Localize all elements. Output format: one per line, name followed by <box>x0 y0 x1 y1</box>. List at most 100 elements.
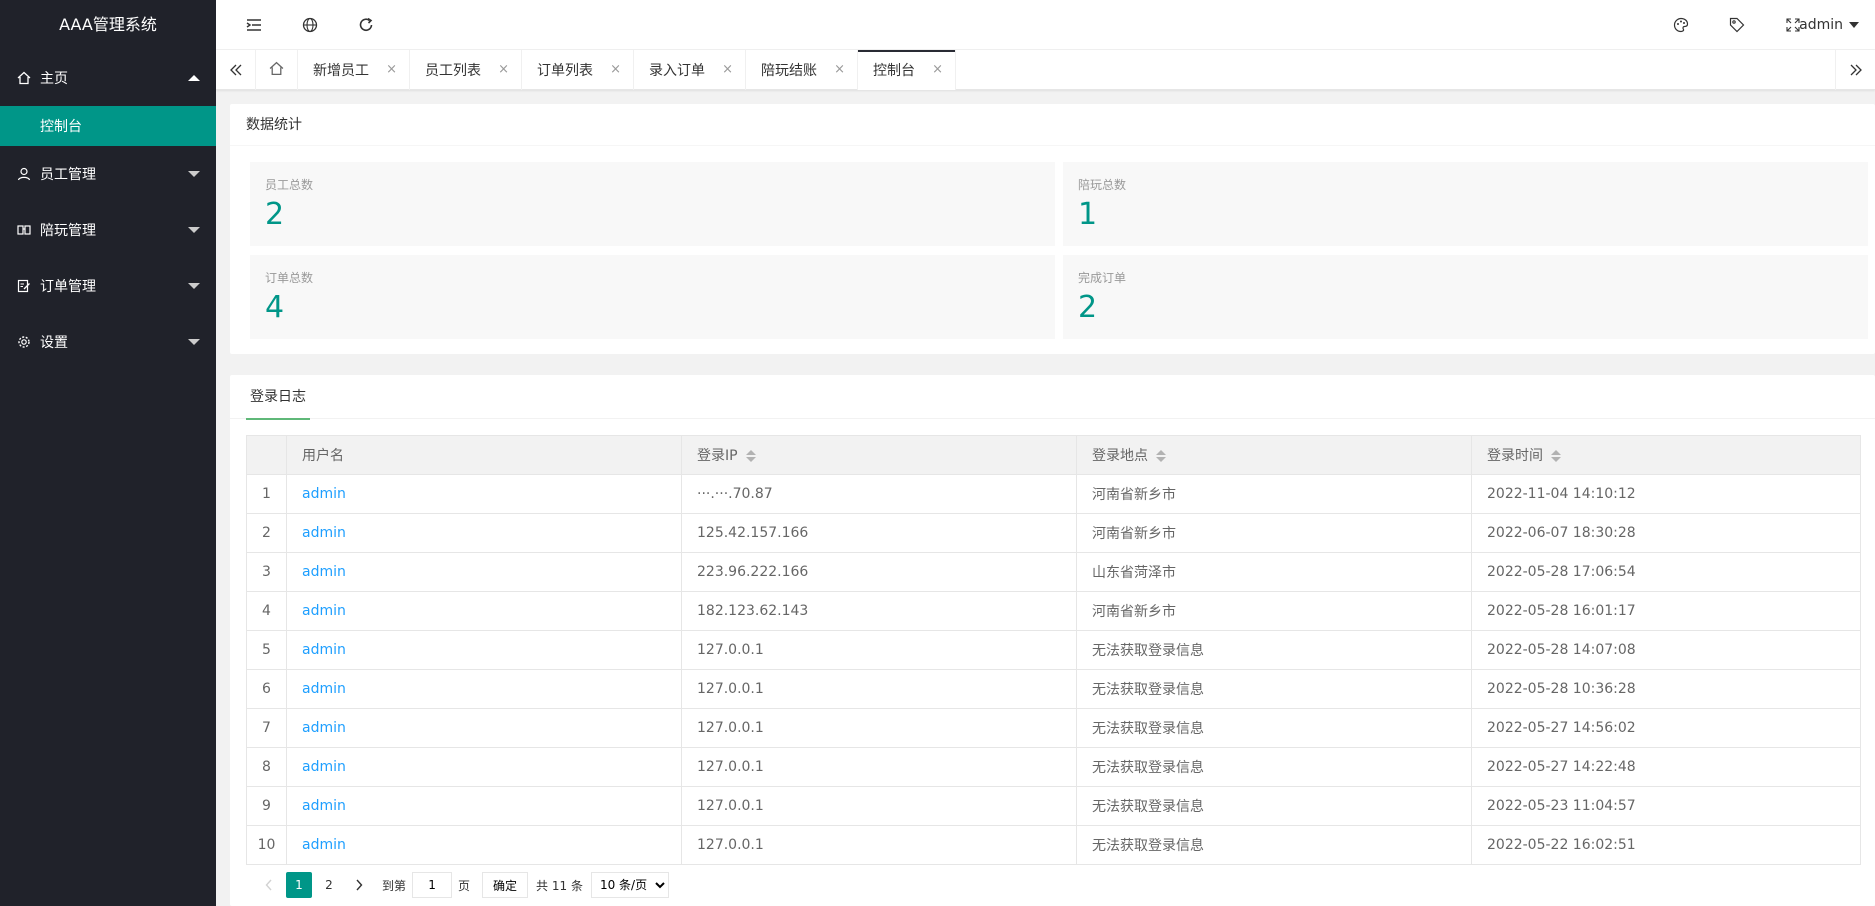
table-row: 3 admin 223.96.222.166 山东省菏泽市 2022-05-28 17:… <box>246 552 1861 592</box>
sidebar-item-companion[interactable]: 陪玩管理 <box>0 202 216 258</box>
tab-list: 新增员工 × 员工列表 × 订单列表 × 录入订单 × 陪玩结账 × 控制台 × <box>256 50 956 90</box>
sort-icon[interactable] <box>1156 450 1166 462</box>
tab-companion-checkout[interactable]: 陪玩结账 × <box>746 50 858 90</box>
tab-home[interactable] <box>256 50 298 90</box>
sidebar-item-label: 订单管理 <box>40 279 96 295</box>
row-username[interactable]: admin <box>286 786 682 826</box>
user-icon <box>16 166 32 182</box>
sort-icon[interactable] <box>745 450 756 462</box>
caret-down-icon <box>1849 22 1859 28</box>
sidebar-item-label: 陪玩管理 <box>40 223 96 239</box>
row-username[interactable]: admin <box>286 513 682 553</box>
menu-shrink-icon[interactable] <box>244 15 264 35</box>
page-button-2[interactable]: 2 <box>316 872 342 898</box>
sidebar-item-order[interactable]: 订单管理 <box>0 258 216 314</box>
column-header-ip[interactable]: 登录IP <box>681 435 1077 475</box>
goto-page-input[interactable] <box>412 872 453 898</box>
column-header-index <box>246 435 287 475</box>
home-icon <box>16 70 32 86</box>
chevron-down-icon <box>188 283 200 289</box>
sidebar-submenu-home: 控制台 <box>0 106 216 146</box>
row-username[interactable]: admin <box>286 747 682 787</box>
page-button-1[interactable]: 1 <box>286 872 312 898</box>
close-icon[interactable]: × <box>610 63 621 77</box>
next-page-icon[interactable] <box>346 872 372 898</box>
table-row: 1 admin ···.···.70.87 河南省新乡市 2022-11-04 14:1… <box>246 474 1861 514</box>
sidebar-item-console[interactable]: 控制台 <box>0 106 216 146</box>
globe-icon[interactable] <box>300 15 320 35</box>
stat-label: 订单总数 <box>265 271 314 285</box>
close-icon[interactable]: × <box>722 63 733 77</box>
close-icon[interactable]: × <box>386 63 397 77</box>
close-icon[interactable]: × <box>498 63 509 77</box>
sidebar: AAA管理系统 主页 控制台 员工管理 陪玩管理 订单管理 设置 <box>0 0 216 906</box>
row-ip: 127.0.0.1 <box>681 825 1077 865</box>
row-index: 8 <box>246 747 287 787</box>
gear-icon <box>16 334 32 350</box>
row-ip: 182.123.62.143 <box>681 591 1077 631</box>
tab-employee-list[interactable]: 员工列表 × <box>410 50 522 90</box>
row-ip: ···.···.70.87 <box>681 474 1077 514</box>
tab-scroll-right-icon[interactable] <box>1835 50 1875 90</box>
row-username[interactable]: admin <box>286 591 682 631</box>
log-tab-bar: 登录日志 <box>230 375 1875 420</box>
row-location: 无法获取登录信息 <box>1076 825 1472 865</box>
row-ip: 127.0.0.1 <box>681 786 1077 826</box>
sidebar-item-settings[interactable]: 设置 <box>0 314 216 370</box>
chevron-down-icon <box>188 227 200 233</box>
user-menu[interactable]: admin <box>1799 0 1859 50</box>
row-index: 10 <box>246 825 287 865</box>
table-row: 8 admin 127.0.0.1 无法获取登录信息 2022-05-27 14:22:… <box>246 747 1861 787</box>
close-icon[interactable]: × <box>834 63 845 77</box>
tab-add-employee[interactable]: 新增员工 × <box>298 50 410 90</box>
top-header: admin <box>216 0 1875 50</box>
stat-completed-orders: 完成订单 2 <box>1063 255 1868 339</box>
table-row: 5 admin 127.0.0.1 无法获取登录信息 2022-05-28 14:07:… <box>246 630 1861 670</box>
column-header-time[interactable]: 登录时间 <box>1471 435 1861 475</box>
row-username[interactable]: admin <box>286 825 682 865</box>
tab-label: 订单列表 <box>537 63 593 79</box>
stat-value: 2 <box>1078 290 1098 325</box>
login-log-card: 登录日志 用户名 登录IP 登录地点 登录时间 1 admin ···.···.70… <box>230 375 1875 906</box>
sidebar-item-home[interactable]: 主页 <box>0 50 216 106</box>
row-index: 3 <box>246 552 287 592</box>
theme-palette-icon[interactable] <box>1671 15 1691 35</box>
tab-order-list[interactable]: 订单列表 × <box>522 50 634 90</box>
row-ip: 223.96.222.166 <box>681 552 1077 592</box>
row-username[interactable]: admin <box>286 474 682 514</box>
tab-scroll-left-icon[interactable] <box>216 50 256 90</box>
row-time: 2022-05-27 14:22:48 <box>1471 747 1861 787</box>
tab-enter-order[interactable]: 录入订单 × <box>634 50 746 90</box>
row-location: 无法获取登录信息 <box>1076 747 1472 787</box>
sort-icon[interactable] <box>1551 450 1561 462</box>
row-username[interactable]: admin <box>286 708 682 748</box>
row-index: 6 <box>246 669 287 709</box>
row-location: 无法获取登录信息 <box>1076 669 1472 709</box>
page-size-select[interactable]: 10 条/页 <box>590 872 669 898</box>
table-row: 6 admin 127.0.0.1 无法获取登录信息 2022-05-28 10:36:… <box>246 669 1861 709</box>
row-index: 9 <box>246 786 287 826</box>
prev-page-icon[interactable] <box>256 872 282 898</box>
row-username[interactable]: admin <box>286 669 682 709</box>
table-row: 7 admin 127.0.0.1 无法获取登录信息 2022-05-27 14:56:… <box>246 708 1861 748</box>
tag-icon[interactable] <box>1727 15 1747 35</box>
row-ip: 127.0.0.1 <box>681 747 1077 787</box>
close-icon[interactable]: × <box>932 63 943 77</box>
row-location: 河南省新乡市 <box>1076 513 1472 553</box>
stat-value: 4 <box>265 290 285 325</box>
row-username[interactable]: admin <box>286 552 682 592</box>
row-username[interactable]: admin <box>286 630 682 670</box>
tab-login-log[interactable]: 登录日志 <box>246 375 310 420</box>
column-header-location[interactable]: 登录地点 <box>1076 435 1472 475</box>
tab-console[interactable]: 控制台 × <box>858 50 956 90</box>
goto-confirm-button[interactable]: 确定 <box>482 872 529 898</box>
stats-card: 数据统计 员工总数 2 陪玩总数 1 订单总数 4 完成订单 2 <box>230 104 1875 354</box>
user-name: admin <box>1799 17 1843 33</box>
stat-value: 2 <box>265 197 285 232</box>
group-icon <box>16 222 32 238</box>
sidebar-item-employee[interactable]: 员工管理 <box>0 146 216 202</box>
stat-label: 陪玩总数 <box>1078 178 1127 192</box>
refresh-icon[interactable] <box>356 15 376 35</box>
row-time: 2022-05-28 10:36:28 <box>1471 669 1861 709</box>
stat-label: 员工总数 <box>265 178 314 192</box>
